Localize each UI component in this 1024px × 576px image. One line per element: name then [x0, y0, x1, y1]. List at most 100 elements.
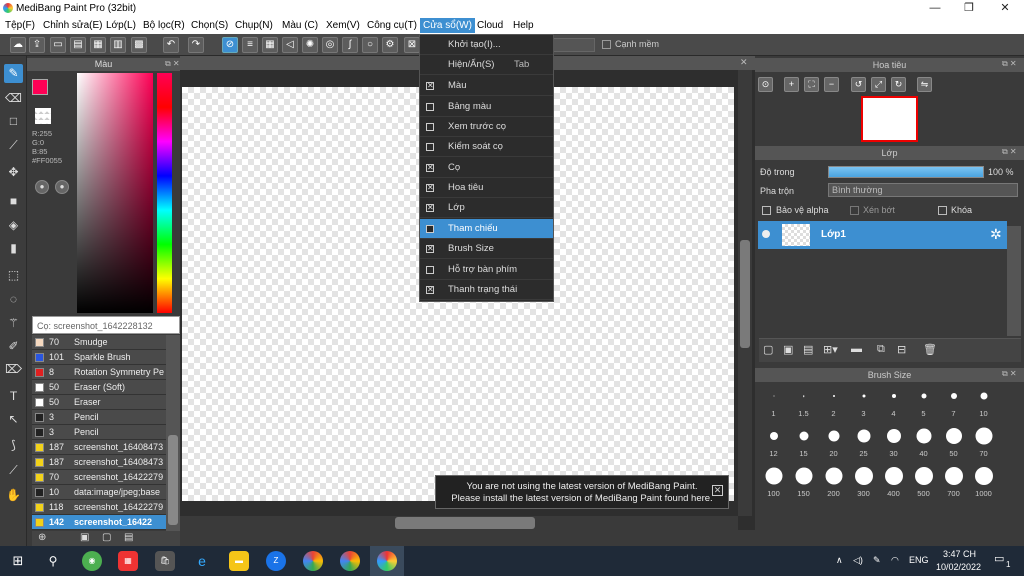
- saturation-value-picker[interactable]: [77, 73, 153, 313]
- brush-item[interactable]: 187 screenshot_16408473: [32, 455, 166, 470]
- brush-item[interactable]: 70 screenshot_16422279: [32, 470, 166, 485]
- menu-help[interactable]: Help: [513, 20, 534, 31]
- brush-mode-select[interactable]: [553, 38, 595, 52]
- line-tool-icon[interactable]: ⟋: [4, 136, 23, 155]
- brush-size-option[interactable]: 400: [879, 463, 908, 500]
- panel-popout-icon[interactable]: ⧉ ✕: [1002, 369, 1017, 379]
- curve-snap-icon[interactable]: ∫: [342, 37, 358, 53]
- menu-item-show-hide[interactable]: Hiện/Ẩn(S) Tab: [420, 55, 553, 75]
- gear-icon[interactable]: ✲: [990, 226, 1002, 243]
- move-tool-icon[interactable]: ✥: [4, 163, 23, 182]
- menu-item-keyboard-support[interactable]: Hỗ trợ bàn phím: [420, 260, 553, 280]
- brush-item-selected[interactable]: 142 screenshot_16422: [32, 515, 166, 530]
- brush-size-option[interactable]: 1: [759, 383, 788, 420]
- cloud-icon[interactable]: ☁: [10, 37, 26, 53]
- brush-item[interactable]: 3 Pencil: [32, 425, 166, 440]
- protect-alpha-checkbox[interactable]: [762, 206, 771, 215]
- flip-icon[interactable]: ⇋: [917, 77, 932, 92]
- new-layer-icon[interactable]: ▢: [763, 343, 773, 356]
- eyedropper-icon[interactable]: ⟆: [4, 436, 23, 455]
- page-icon[interactable]: ▦: [90, 37, 106, 53]
- menu-tools[interactable]: Công cụ(T): [367, 20, 417, 31]
- menu-filter[interactable]: Bộ lọc(R): [143, 20, 185, 31]
- fit-window-icon[interactable]: ⛶: [804, 77, 819, 92]
- rotate-left-icon[interactable]: ↺: [851, 77, 866, 92]
- select-eraser-icon[interactable]: ⌦: [4, 360, 23, 379]
- operation-tool-icon[interactable]: ↖: [4, 410, 23, 429]
- notification-icon[interactable]: ▭: [994, 552, 1004, 565]
- menu-item-reference[interactable]: Tham chiếu: [420, 219, 553, 239]
- chrome-icon[interactable]: [303, 551, 323, 571]
- comment-icon[interactable]: ▭: [50, 37, 66, 53]
- pages-icon[interactable]: ▥: [110, 37, 126, 53]
- menu-color[interactable]: Màu (C): [282, 20, 318, 31]
- brush-list-scroll-thumb[interactable]: [168, 435, 178, 525]
- lock-checkbox[interactable]: [938, 206, 947, 215]
- lasso-icon[interactable]: ◌: [4, 290, 23, 309]
- brush-delete-icon[interactable]: ▤: [124, 532, 133, 543]
- brush-size-option[interactable]: 5: [909, 383, 938, 420]
- primary-color-swatch[interactable]: [32, 79, 48, 95]
- vanish-snap-icon[interactable]: ◁: [282, 37, 298, 53]
- app-icon[interactable]: ▦: [118, 551, 138, 571]
- menu-select[interactable]: Chọn(S): [191, 20, 228, 31]
- new-8bit-layer-icon[interactable]: ▣: [783, 343, 793, 356]
- clock-time[interactable]: 3:47 CH: [943, 549, 976, 559]
- close-button[interactable]: ✕: [988, 0, 1022, 17]
- language-indicator[interactable]: ENG: [909, 555, 929, 565]
- fit-icon[interactable]: ⤢: [871, 77, 886, 92]
- panel-popout-icon[interactable]: ⧉ ✕: [1002, 147, 1017, 157]
- eraser-tool-icon[interactable]: ⌫: [4, 89, 23, 108]
- brush-copy-icon[interactable]: ▢: [102, 532, 111, 543]
- delete-layer-icon[interactable]: 🗑: [923, 343, 937, 356]
- layer-list-scrollbar[interactable]: [1007, 226, 1021, 336]
- hand-tool-icon[interactable]: ✋: [4, 486, 23, 505]
- menu-item-status-bar[interactable]: ✕ Thanh trạng thái: [420, 280, 553, 300]
- volume-icon[interactable]: ◁): [853, 555, 863, 566]
- redo-icon[interactable]: ↷: [188, 37, 204, 53]
- grid-toggle-icon[interactable]: ⊠: [404, 37, 420, 53]
- menu-item-navigator[interactable]: ✕ Hoa tiêu: [420, 178, 553, 198]
- menu-view[interactable]: Xem(V): [326, 20, 360, 31]
- brush-add-icon[interactable]: ⊕: [38, 532, 46, 543]
- snap-off-icon[interactable]: ⊘: [222, 37, 238, 53]
- transparent-swatch[interactable]: [35, 108, 51, 124]
- brush-size-option[interactable]: 1000: [969, 463, 998, 500]
- brush-item[interactable]: 118 screenshot_16422279: [32, 500, 166, 515]
- brush-size-option[interactable]: 300: [849, 463, 878, 500]
- brush-size-option[interactable]: 70: [969, 423, 998, 460]
- brush-size-option[interactable]: 200: [819, 463, 848, 500]
- brush-size-option[interactable]: 40: [909, 423, 938, 460]
- brush-item[interactable]: 10 data:image/jpeg;base: [32, 485, 166, 500]
- magic-wand-icon[interactable]: ⚚: [4, 314, 23, 333]
- settings-icon[interactable]: ⚙: [382, 37, 398, 53]
- menu-file[interactable]: Tệp(F): [5, 20, 35, 31]
- menu-cloud[interactable]: Cloud: [477, 20, 503, 31]
- wifi-icon[interactable]: ◠: [891, 555, 899, 566]
- zoom-fit-icon[interactable]: ⊙: [758, 77, 773, 92]
- panel-popout-icon[interactable]: ⧉ ✕: [1002, 59, 1017, 69]
- circle-snap-icon[interactable]: ◎: [322, 37, 338, 53]
- brush-settings-icon[interactable]: ▣: [80, 532, 89, 543]
- menu-item-brush-preview[interactable]: Xem trước cọ: [420, 117, 553, 137]
- canvas-horizontal-scroll-thumb[interactable]: [395, 517, 535, 529]
- navigator-preview[interactable]: [861, 96, 918, 142]
- brush-tool-icon[interactable]: ✎: [4, 64, 23, 83]
- brush-size-option[interactable]: 3: [849, 383, 878, 420]
- brush-item[interactable]: 3 Pencil: [32, 410, 166, 425]
- antialias-checkbox[interactable]: [602, 40, 611, 49]
- zalo-icon[interactable]: Z: [266, 551, 286, 571]
- brush-item[interactable]: 70 Smudge: [32, 335, 166, 350]
- brush-item[interactable]: 50 Eraser: [32, 395, 166, 410]
- brush-size-option[interactable]: 30: [879, 423, 908, 460]
- clipping-checkbox[interactable]: [850, 206, 859, 215]
- text-tool-icon[interactable]: T: [4, 387, 23, 406]
- select-rect-icon[interactable]: ⬚: [4, 266, 23, 285]
- folder-icon[interactable]: ▬: [851, 343, 862, 355]
- opacity-slider[interactable]: [828, 166, 984, 178]
- brush-item[interactable]: 187 screenshot_16408473: [32, 440, 166, 455]
- eye-icon[interactable]: [762, 230, 770, 238]
- file-explorer-icon[interactable]: ▬: [229, 551, 249, 571]
- brush-size-option[interactable]: 7: [939, 383, 968, 420]
- undo-icon[interactable]: ↶: [163, 37, 179, 53]
